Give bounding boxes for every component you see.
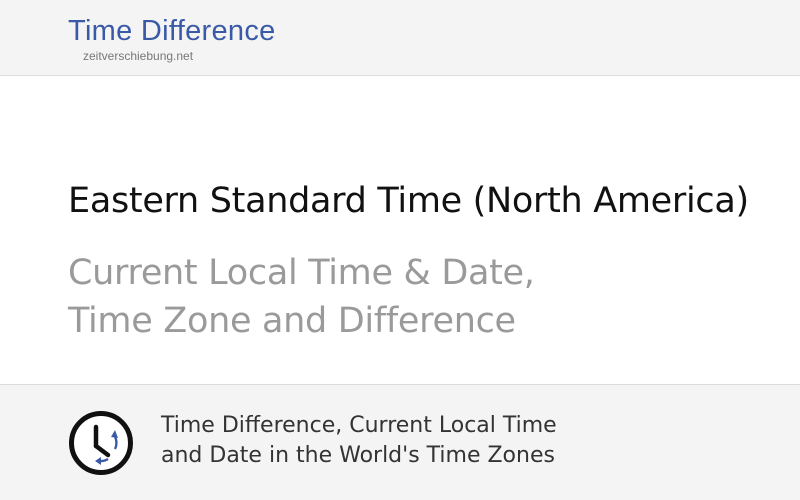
site-logo-link[interactable]: Time Difference xyxy=(68,15,276,48)
site-header: Time Difference zeitverschiebung.net xyxy=(0,0,800,76)
hero-section: Eastern Standard Time (North America) Cu… xyxy=(0,77,800,384)
page-subtitle: Current Local Time & Date, Time Zone and… xyxy=(68,249,535,345)
site-footer: Time Difference, Current Local Time and … xyxy=(0,384,800,500)
clock-icon xyxy=(67,409,135,477)
subtitle-line: Time Zone and Difference xyxy=(68,301,516,341)
site-domain: zeitverschiebung.net xyxy=(83,49,194,63)
subtitle-line: Current Local Time & Date, xyxy=(68,253,535,293)
tagline-line: and Date in the World's Time Zones xyxy=(161,443,555,468)
footer-tagline: Time Difference, Current Local Time and … xyxy=(161,411,557,471)
page-title: Eastern Standard Time (North America) xyxy=(68,181,749,221)
tagline-line: Time Difference, Current Local Time xyxy=(161,413,557,438)
